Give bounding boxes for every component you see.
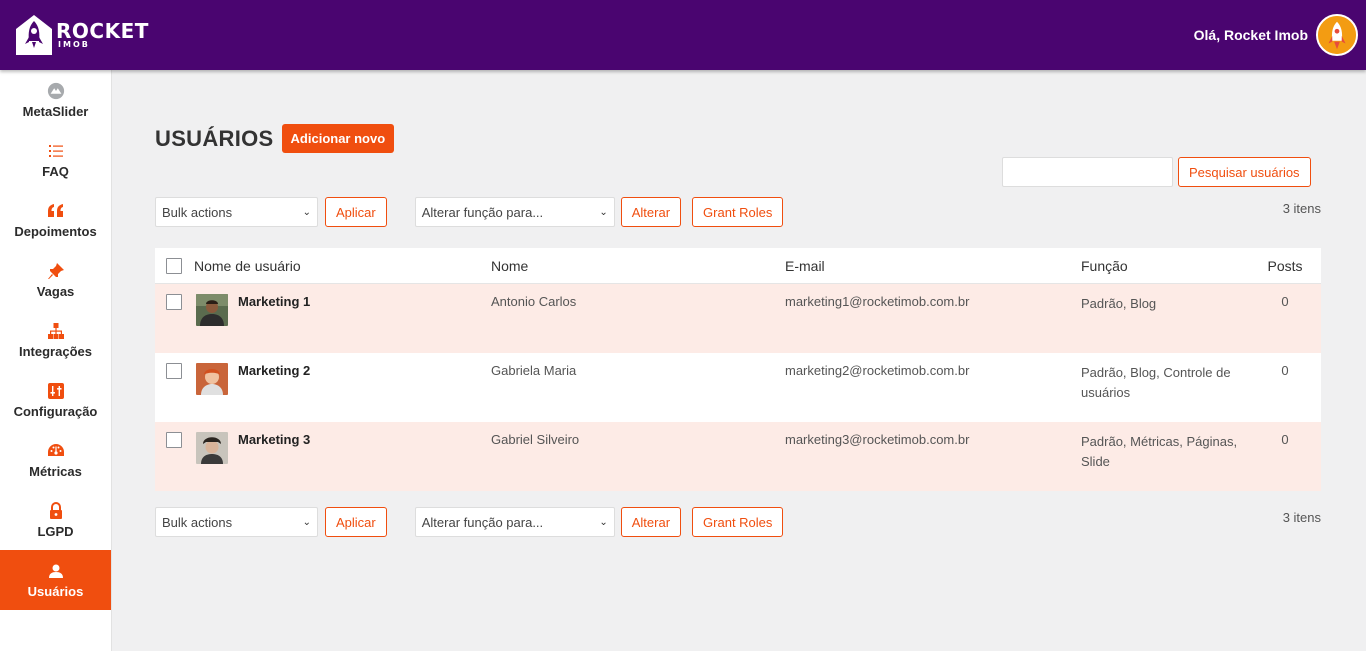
- bulk-actions-select[interactable]: Bulk actions ⌄: [155, 507, 318, 537]
- pin-icon: [47, 262, 65, 280]
- user-thumbnail: [196, 363, 228, 395]
- column-email[interactable]: E-mail: [785, 258, 1081, 274]
- username-link[interactable]: Marketing 3: [238, 432, 310, 447]
- cell-posts: 0: [1281, 432, 1289, 447]
- user-icon: [47, 562, 65, 580]
- users-table: Nome de usuário Nome E-mail Função Posts…: [155, 248, 1321, 491]
- change-role-value: Alterar função para...: [421, 514, 544, 530]
- sidebar-item-metricas[interactable]: Métricas: [0, 430, 111, 490]
- bulk-actions-select[interactable]: Bulk actions ⌄: [155, 197, 318, 227]
- change-role-select[interactable]: Alterar função para... ⌄: [414, 197, 615, 227]
- row-checkbox[interactable]: [166, 363, 182, 379]
- sidebar-item-label: Vagas: [36, 283, 75, 299]
- change-role-select[interactable]: Alterar função para... ⌄: [414, 507, 615, 537]
- sidebar-item-integracoes[interactable]: Integrações: [0, 310, 111, 370]
- user-avatar[interactable]: [1316, 14, 1358, 56]
- lock-icon: [47, 501, 65, 520]
- items-count: 3 itens: [1282, 201, 1321, 216]
- tablenav-bottom: Bulk actions ⌄ Aplicar Alterar função pa…: [155, 507, 1321, 537]
- search-box: Pesquisar usuários: [1002, 157, 1311, 187]
- user-thumbnail: [196, 432, 228, 464]
- list-icon: [47, 142, 65, 160]
- dashboard-icon: [47, 442, 65, 460]
- quote-icon: [47, 202, 65, 220]
- sidebar-item-label: Depoimentos: [14, 223, 97, 239]
- column-role: Função: [1081, 257, 1128, 274]
- cell-name: Antonio Carlos: [491, 294, 577, 309]
- cell-name: Gabriel Silveiro: [491, 432, 580, 447]
- username-link[interactable]: Marketing 1: [238, 294, 310, 309]
- network-icon: [47, 322, 65, 340]
- row-checkbox[interactable]: [166, 294, 182, 310]
- chevron-down-icon: ⌄: [599, 206, 608, 218]
- rocket-logo-icon: [16, 15, 52, 55]
- sidebar-item-label: LGPD: [37, 523, 74, 539]
- bulk-actions-value: Bulk actions: [162, 204, 233, 220]
- sidebar-item-label: Métricas: [29, 463, 82, 479]
- column-username[interactable]: Nome de usuário: [194, 258, 301, 274]
- top-bar: ROCKET IMOB Olá, Rocket Imob: [0, 0, 1366, 70]
- settings-icon: [47, 382, 65, 400]
- cell-email[interactable]: marketing2@rocketimob.com.br: [785, 363, 1081, 379]
- sidebar-item-vagas[interactable]: Vagas: [0, 250, 111, 310]
- add-new-button[interactable]: Adicionar novo: [281, 124, 395, 153]
- table-header: Nome de usuário Nome E-mail Função Posts: [155, 248, 1321, 284]
- table-row: Marketing 3 Gabriel Silveiro marketing3@…: [155, 422, 1321, 491]
- greeting-text: Olá, Rocket Imob: [1193, 27, 1308, 43]
- column-posts[interactable]: Posts: [1249, 258, 1321, 274]
- sidebar-item-configuracao[interactable]: Configuração: [0, 370, 111, 430]
- grant-roles-button[interactable]: Grant Roles: [692, 507, 784, 537]
- user-menu[interactable]: Olá, Rocket Imob: [1194, 14, 1358, 56]
- sidebar-item-faq[interactable]: FAQ: [0, 130, 111, 190]
- chevron-down-icon: ⌄: [599, 516, 608, 528]
- sidebar-item-label: MetaSlider: [22, 103, 89, 119]
- tablenav-top: Bulk actions ⌄ Aplicar Alterar função pa…: [155, 197, 1321, 227]
- cell-role: Padrão, Blog, Controle de usuários: [1081, 365, 1231, 400]
- page-title: USUÁRIOS: [155, 125, 274, 151]
- metaslider-icon: [47, 82, 65, 100]
- user-thumbnail: [196, 294, 228, 326]
- cell-posts: 0: [1281, 294, 1289, 309]
- change-role-button[interactable]: Alterar: [620, 197, 682, 227]
- brand-sub: IMOB: [58, 40, 90, 49]
- cell-name: Gabriela Maria: [491, 363, 577, 378]
- cell-role: Padrão, Métricas, Páginas, Slide: [1081, 434, 1238, 469]
- brand-name: ROCKET: [56, 19, 149, 43]
- rocket-avatar-icon: [1318, 16, 1356, 54]
- chevron-down-icon: ⌄: [302, 516, 311, 528]
- cell-posts: 0: [1281, 363, 1289, 378]
- sidebar-item-lgpd[interactable]: LGPD: [0, 490, 111, 550]
- table-row: Marketing 1 Antonio Carlos marketing1@ro…: [155, 284, 1321, 353]
- row-checkbox[interactable]: [166, 432, 182, 448]
- sidebar-item-depoimentos[interactable]: Depoimentos: [0, 190, 111, 250]
- cell-email[interactable]: marketing3@rocketimob.com.br: [785, 432, 1081, 448]
- apply-button[interactable]: Aplicar: [325, 507, 387, 537]
- select-all-checkbox[interactable]: [166, 257, 182, 274]
- sidebar-item-label: Configuração: [13, 403, 98, 419]
- search-input[interactable]: [1002, 157, 1173, 187]
- sidebar-item-label: Usuários: [27, 583, 84, 599]
- chevron-down-icon: ⌄: [302, 206, 311, 218]
- grant-roles-button[interactable]: Grant Roles: [692, 197, 784, 227]
- column-name[interactable]: Nome: [491, 258, 785, 274]
- apply-button[interactable]: Aplicar: [325, 197, 387, 227]
- change-role-button[interactable]: Alterar: [620, 507, 682, 537]
- sidebar: MetaSlider FAQ Depoimentos Vagas Integra…: [0, 70, 112, 651]
- cell-role: Padrão, Blog: [1081, 296, 1157, 311]
- sidebar-item-label: Integrações: [19, 343, 92, 359]
- change-role-value: Alterar função para...: [421, 204, 544, 220]
- sidebar-item-usuarios[interactable]: Usuários: [0, 550, 111, 610]
- items-count: 3 itens: [1282, 510, 1321, 525]
- username-link[interactable]: Marketing 2: [238, 363, 310, 378]
- table-row: Marketing 2 Gabriela Maria marketing2@ro…: [155, 353, 1321, 422]
- sidebar-item-metaslider[interactable]: MetaSlider: [0, 70, 111, 130]
- search-users-button[interactable]: Pesquisar usuários: [1178, 157, 1311, 187]
- brand-logo[interactable]: ROCKET IMOB: [10, 11, 149, 59]
- sidebar-item-label: FAQ: [42, 163, 69, 179]
- bulk-actions-value: Bulk actions: [162, 514, 233, 530]
- cell-email[interactable]: marketing1@rocketimob.com.br: [785, 294, 1081, 310]
